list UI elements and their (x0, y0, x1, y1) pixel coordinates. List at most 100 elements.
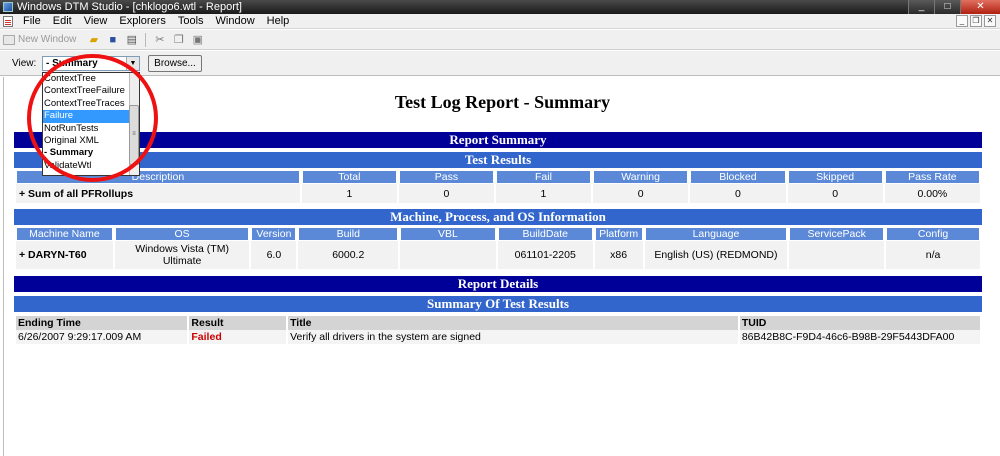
minimize-button[interactable]: _ (908, 0, 934, 14)
machine-info-table: Machine Name OS Version Build VBL BuildD… (14, 227, 982, 269)
table-cell: n/a (886, 241, 980, 269)
table-cell: Windows Vista (TM) Ultimate (114, 241, 250, 269)
report-summary-heading: Report Summary (14, 132, 982, 148)
dropdown-option-failure[interactable]: Failure (43, 110, 139, 123)
table-header-row: Machine Name OS Version Build VBL BuildD… (16, 227, 980, 241)
new-window-button[interactable]: New Window (3, 34, 76, 45)
table-row: + Sum of all PFRollups 1 0 1 0 0 0 0.00% (16, 184, 980, 203)
table-cell: 6000.2 (298, 241, 399, 269)
view-bar: View: - Summary ▼ Browse... (0, 51, 1000, 76)
browse-button[interactable]: Browse... (148, 55, 202, 72)
menu-explorers[interactable]: Explorers (113, 14, 171, 29)
maximize-button[interactable]: □ (934, 0, 960, 14)
view-label: View: (12, 58, 37, 69)
table-cell: 0 (592, 184, 689, 203)
report-details-heading: Report Details (14, 276, 982, 292)
window-controls: _ □ ✕ (908, 0, 1000, 14)
save-icon[interactable]: ■ (105, 33, 120, 47)
menu-view[interactable]: View (78, 14, 114, 29)
document-icon[interactable] (3, 15, 13, 27)
column-header: Ending Time (16, 316, 188, 330)
table-cell: 0 (398, 184, 494, 203)
column-header: Total (301, 170, 397, 184)
scrollbar-thumb[interactable]: ≡ (129, 105, 139, 165)
column-header: Machine Name (16, 227, 113, 241)
chevron-down-icon[interactable]: ▼ (126, 57, 139, 70)
print-icon[interactable]: ▤ (124, 33, 139, 47)
table-cell: 6/26/2007 9:29:17.009 AM (16, 330, 188, 344)
new-window-label: New Window (18, 34, 77, 45)
status-failed: Failed (189, 330, 287, 344)
table-cell: 6.0 (251, 241, 297, 269)
table-cell: English (US) (REDMOND) (644, 241, 788, 269)
column-header: Warning (592, 170, 689, 184)
column-header: Title (288, 316, 738, 330)
column-header: Pass Rate (884, 170, 980, 184)
table-row: + DARYN-T60 Windows Vista (TM) Ultimate … (16, 241, 980, 269)
menu-file[interactable]: File (17, 14, 47, 29)
column-header: Platform (594, 227, 643, 241)
column-header: OS (114, 227, 250, 241)
view-selected-value: - Summary (46, 58, 98, 69)
cut-icon[interactable]: ✂ (152, 33, 167, 47)
view-select[interactable]: - Summary ▼ (42, 56, 140, 71)
expand-machine-row[interactable]: + DARYN-T60 (16, 241, 113, 269)
dropdown-option-contexttree[interactable]: ContextTree (43, 73, 139, 85)
table-cell (400, 241, 496, 269)
table-header-row: Description Total Pass Fail Warning Bloc… (16, 170, 980, 184)
dropdown-option-summary[interactable]: - Summary (43, 147, 139, 159)
summary-results-table: Ending Time Result Title TUID 6/26/2007 … (14, 316, 982, 344)
open-folder-icon[interactable]: ▰ (86, 33, 101, 47)
dropdown-option-contexttreefailure[interactable]: ContextTreeFailure (43, 85, 139, 97)
column-header: Fail (495, 170, 591, 184)
column-header: Pass (398, 170, 494, 184)
table-cell: 061101-2205 (497, 241, 593, 269)
column-header: VBL (400, 227, 496, 241)
test-results-table: Description Total Pass Fail Warning Bloc… (14, 170, 982, 203)
table-cell: 1 (301, 184, 397, 203)
dropdown-option-notruntests[interactable]: NotRunTests (43, 123, 139, 135)
column-header: TUID (739, 316, 980, 330)
menu-tools[interactable]: Tools (172, 14, 210, 29)
table-cell: x86 (594, 241, 643, 269)
machine-info-heading: Machine, Process, and OS Information (14, 209, 982, 225)
column-header: ServicePack (789, 227, 885, 241)
table-cell: 0.00% (884, 184, 980, 203)
close-button[interactable]: ✕ (960, 0, 1000, 14)
column-header: BuildDate (497, 227, 593, 241)
summary-results-heading: Summary Of Test Results (14, 296, 982, 312)
dropdown-option-validatewtl[interactable]: ValidateWtl (43, 160, 139, 172)
view-dropdown-list: ContextTree ContextTreeFailure ContextTr… (42, 72, 140, 176)
expand-rollup-row[interactable]: + Sum of all PFRollups (16, 184, 300, 203)
mdi-minimize-button[interactable]: _ (956, 15, 968, 27)
menu-window[interactable]: Window (210, 14, 261, 29)
table-cell: Verify all drivers in the system are sig… (288, 330, 738, 344)
column-header: Version (251, 227, 297, 241)
table-cell: 0 (787, 184, 883, 203)
paste-icon[interactable]: ▣ (190, 33, 205, 47)
toolbar: New Window ▰ ■ ▤ ✂ ❐ ▣ (0, 30, 1000, 50)
mdi-restore-button[interactable]: ❐ (970, 15, 982, 27)
copy-icon[interactable]: ❐ (171, 33, 186, 47)
app-icon (3, 2, 13, 12)
menu-help[interactable]: Help (261, 14, 296, 29)
window-title: Windows DTM Studio - [chklogo6.wtl - Rep… (17, 1, 242, 13)
column-header: Result (189, 316, 287, 330)
table-cell (789, 241, 885, 269)
column-header: Build (298, 227, 399, 241)
dropdown-option-contexttreetraces[interactable]: ContextTreeTraces (43, 98, 139, 110)
mdi-controls: _ ❐ ✕ (956, 15, 996, 27)
new-window-icon (3, 34, 15, 45)
table-cell: 0 (690, 184, 786, 203)
dropdown-option-original-xml[interactable]: Original XML (43, 135, 139, 147)
dropdown-scrollbar[interactable]: ≡ (129, 73, 139, 175)
menu-bar: File Edit View Explorers Tools Window He… (0, 14, 1000, 29)
column-header: Config (886, 227, 980, 241)
test-results-heading: Test Results (14, 152, 982, 168)
column-header: Language (644, 227, 788, 241)
mdi-close-button[interactable]: ✕ (984, 15, 996, 27)
report-content: Test Log Report - Summary Report Summary… (3, 77, 1000, 456)
menu-edit[interactable]: Edit (47, 14, 78, 29)
toolbar-separator (145, 32, 147, 47)
table-row: 6/26/2007 9:29:17.009 AM Failed Verify a… (16, 330, 980, 344)
